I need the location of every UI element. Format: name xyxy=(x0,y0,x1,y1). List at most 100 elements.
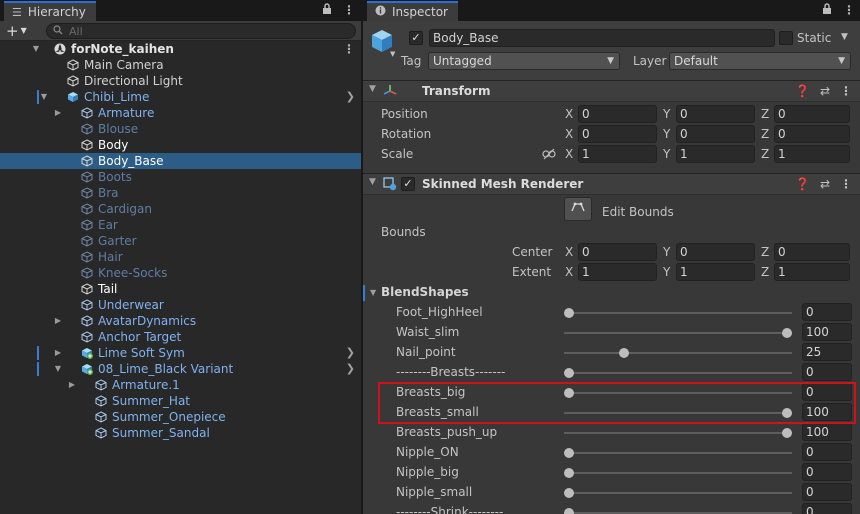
vector-field-x[interactable]: 1 xyxy=(578,145,657,163)
preset-icon[interactable]: ⇄ xyxy=(820,177,830,191)
tree-row[interactable]: ▼ forNote_kaihen ⋮ xyxy=(0,41,361,57)
vector-field-x[interactable]: 0 xyxy=(578,125,657,143)
component-menu-icon[interactable]: ⋮ xyxy=(840,84,852,98)
preset-icon[interactable]: ⇄ xyxy=(820,84,830,98)
open-prefab-chevron-icon[interactable]: ❯ xyxy=(346,89,355,105)
blendshape-slider-thumb[interactable] xyxy=(564,508,574,514)
vector-field-z[interactable]: 0 xyxy=(774,243,850,261)
add-object-button[interactable]: + ▼ xyxy=(6,22,38,40)
blendshape-slider-thumb[interactable] xyxy=(564,308,574,318)
foldout-closed-icon[interactable]: ▶ xyxy=(67,377,77,393)
tree-row[interactable]: Boots xyxy=(0,169,361,185)
panel-menu-icon[interactable]: ⋮ xyxy=(843,3,855,17)
foldout-closed-icon[interactable]: ▶ xyxy=(53,313,63,329)
blendshape-slider-track[interactable] xyxy=(564,432,792,434)
vector-field-z[interactable]: 1 xyxy=(774,145,850,163)
foldout-closed-icon[interactable]: ▶ xyxy=(53,105,63,121)
blendshape-slider-track[interactable] xyxy=(564,312,792,314)
tree-row[interactable]: ▼ Chibi_Lime ❯ xyxy=(0,89,361,105)
lock-icon[interactable] xyxy=(322,3,332,18)
tree-row[interactable]: Summer_Onepiece xyxy=(0,409,361,425)
smr-enabled-checkbox[interactable]: ✓ xyxy=(401,177,415,191)
icon-picker-caret-icon[interactable]: ▼ xyxy=(390,50,395,58)
tree-row[interactable]: Summer_Sandal xyxy=(0,425,361,441)
lock-icon[interactable] xyxy=(822,3,832,18)
search-input[interactable] xyxy=(69,24,329,38)
blendshape-slider-track[interactable] xyxy=(564,472,792,474)
edit-bounds-button[interactable] xyxy=(564,197,592,221)
layer-dropdown[interactable]: Default ▼ xyxy=(669,52,851,70)
foldout-open-icon[interactable]: ▼ xyxy=(369,177,376,187)
vector-field-z[interactable]: 1 xyxy=(774,263,850,281)
inspector-tab[interactable]: Inspector xyxy=(367,1,458,21)
blendshape-slider-track[interactable] xyxy=(564,372,792,374)
blendshape-value-field[interactable]: 0 xyxy=(802,483,852,501)
blendshape-value-field[interactable]: 0 xyxy=(802,303,852,321)
foldout-open-icon[interactable]: ▼ xyxy=(39,89,49,105)
tree-row[interactable]: Main Camera xyxy=(0,57,361,73)
foldout-open-icon[interactable]: ▼ xyxy=(369,84,376,94)
foldout-open-icon[interactable]: ▼ xyxy=(370,288,376,297)
tag-dropdown[interactable]: Untagged ▼ xyxy=(428,52,620,70)
blendshape-slider-track[interactable] xyxy=(564,492,792,494)
open-prefab-chevron-icon[interactable]: ❯ xyxy=(346,345,355,361)
object-name-field[interactable]: Body_Base xyxy=(429,29,775,47)
active-checkbox[interactable]: ✓ xyxy=(409,31,423,45)
tree-row[interactable]: Body xyxy=(0,137,361,153)
panel-menu-icon[interactable]: ⋮ xyxy=(343,3,355,17)
tree-row[interactable]: Garter xyxy=(0,233,361,249)
blendshape-value-field[interactable]: 100 xyxy=(802,423,852,441)
tree-row[interactable]: Directional Light xyxy=(0,73,361,89)
foldout-closed-icon[interactable]: ▶ xyxy=(53,345,63,361)
tree-row[interactable]: Blouse xyxy=(0,121,361,137)
tree-row[interactable]: Summer_Hat xyxy=(0,393,361,409)
blendshape-slider-track[interactable] xyxy=(564,332,792,334)
vector-field-z[interactable]: 0 xyxy=(774,105,850,123)
blendshape-slider-thumb[interactable] xyxy=(564,448,574,458)
blendshape-slider-track[interactable] xyxy=(564,452,792,454)
blendshape-slider-thumb[interactable] xyxy=(564,468,574,478)
blendshape-value-field[interactable]: 0 xyxy=(802,503,852,514)
skinned-mesh-renderer-header[interactable]: ▼ ✓ Skinned Mesh Renderer ❓ ⇄ ⋮ xyxy=(363,173,860,195)
tree-row[interactable]: ▶ Armature.1 xyxy=(0,377,361,393)
tree-row[interactable]: Underwear xyxy=(0,297,361,313)
blendshape-slider-thumb[interactable] xyxy=(564,368,574,378)
tree-row[interactable]: Ear xyxy=(0,217,361,233)
blendshape-value-field[interactable]: 0 xyxy=(802,443,852,461)
blendshape-value-field[interactable]: 100 xyxy=(802,323,852,341)
foldout-open-icon[interactable]: ▼ xyxy=(53,361,63,377)
vector-field-y[interactable]: 0 xyxy=(676,125,755,143)
vector-field-x[interactable]: 1 xyxy=(578,263,657,281)
blendshape-slider-thumb[interactable] xyxy=(782,328,792,338)
tree-row[interactable]: Tail xyxy=(0,281,361,297)
component-menu-icon[interactable]: ⋮ xyxy=(840,177,852,191)
hierarchy-tab[interactable]: ☰ Hierarchy xyxy=(4,1,96,21)
vector-field-x[interactable]: 0 xyxy=(578,105,657,123)
vector-field-y[interactable]: 1 xyxy=(676,145,755,163)
tree-row[interactable]: Bra xyxy=(0,185,361,201)
vector-field-y[interactable]: 0 xyxy=(676,105,755,123)
help-icon[interactable]: ❓ xyxy=(795,84,810,98)
constrain-proportions-icon[interactable] xyxy=(542,148,556,163)
help-icon[interactable]: ❓ xyxy=(795,177,810,191)
blendshape-value-field[interactable]: 25 xyxy=(802,343,852,361)
vector-field-x[interactable]: 0 xyxy=(578,243,657,261)
tree-row[interactable]: Anchor Target xyxy=(0,329,361,345)
vector-field-y[interactable]: 0 xyxy=(676,243,755,261)
blendshape-slider-thumb[interactable] xyxy=(564,488,574,498)
vector-field-y[interactable]: 1 xyxy=(676,263,755,281)
blendshape-slider-thumb[interactable] xyxy=(618,348,629,358)
tree-row[interactable]: Hair xyxy=(0,249,361,265)
tree-row[interactable]: ▼ 08_Lime_Black Variant ❯ xyxy=(0,361,361,377)
static-checkbox[interactable] xyxy=(779,31,793,45)
blendshape-value-field[interactable]: 0 xyxy=(802,363,852,381)
tree-row[interactable]: Cardigan xyxy=(0,201,361,217)
scene-menu-icon[interactable]: ⋮ xyxy=(343,41,355,57)
tree-row[interactable]: ▶ Armature xyxy=(0,105,361,121)
tree-row[interactable]: Knee-Socks xyxy=(0,265,361,281)
foldout-open-icon[interactable]: ▼ xyxy=(31,41,41,57)
blendshape-slider-thumb[interactable] xyxy=(782,428,792,438)
tree-row[interactable]: ▶ AvatarDynamics xyxy=(0,313,361,329)
transform-header[interactable]: ▼ Transform ❓ ⇄ ⋮ xyxy=(363,80,860,102)
tree-row-selected[interactable]: Body_Base xyxy=(0,153,361,169)
